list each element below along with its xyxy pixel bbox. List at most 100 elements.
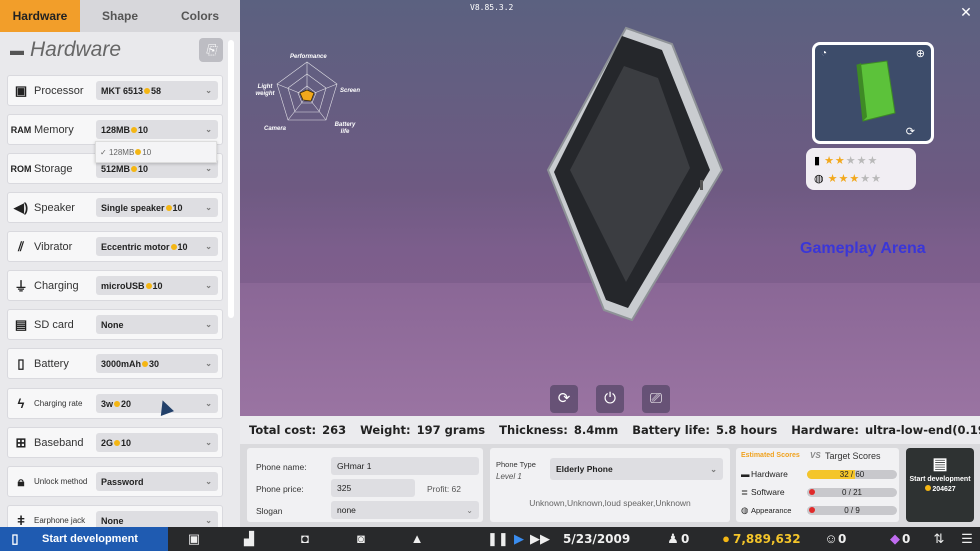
tab-hardware[interactable]: Hardware — [0, 0, 80, 32]
camera-view-button[interactable]: ⎚ — [642, 385, 670, 413]
tab-colors[interactable]: Colors — [160, 0, 240, 32]
play-icon[interactable]: ▶ — [510, 531, 528, 547]
speaker-icon: ◀) — [13, 199, 29, 215]
start-development-button[interactable]: ▯ Start development — [0, 527, 168, 551]
viewport-3d[interactable]: V8.85.3.2 ✕ Performance Screen Battery l… — [240, 0, 980, 416]
score-name: Software — [751, 487, 785, 497]
component-label: Vibrator — [34, 240, 73, 253]
signal-icon[interactable]: ⇅ — [930, 531, 948, 547]
start-tile-label: Start development — [909, 476, 971, 483]
lock-icon[interactable]: ▲ — [408, 531, 426, 547]
phone-model[interactable] — [540, 20, 730, 330]
phone-icon: ▯ — [11, 531, 19, 546]
option-cost: 10 — [142, 147, 152, 157]
phone-price-input[interactable]: 325 — [331, 479, 415, 497]
select-value: Password — [101, 476, 144, 487]
processor-select[interactable]: MKT 6513 58 ⌄ — [96, 81, 218, 100]
power-view-button[interactable]: ⏻ — [596, 385, 624, 413]
select-cost: 10 — [138, 124, 149, 135]
vibrator-select[interactable]: Eccentric motor 10 ⌄ — [96, 237, 218, 256]
chevron-down-icon: ⌄ — [205, 438, 212, 447]
component-baseband[interactable]: ⊞ Baseband 2G 10 ⌄ — [7, 427, 223, 458]
reset-rotation-button[interactable]: ⟳ — [550, 385, 578, 413]
speaker-select[interactable]: Single speaker 10 ⌄ — [96, 198, 218, 217]
memory-select[interactable]: 128MB 10 ⌄ — [96, 120, 218, 139]
tab-bar: Hardware Shape Colors — [0, 0, 240, 32]
pause-icon[interactable]: ❚❚ — [487, 531, 509, 547]
unlock-select[interactable]: Password ⌄ — [96, 472, 218, 491]
start-development-tile[interactable]: ▤ Start development 204627 — [906, 448, 974, 522]
battery-icon: ▯ — [17, 355, 25, 371]
memory-dropdown-option[interactable]: ✓ 128MB 10 — [95, 141, 217, 163]
vibrator-icon: ⫽ — [18, 238, 24, 254]
component-earphone[interactable]: ǂ Earphone jack None ⌄ — [7, 505, 223, 527]
phone-preview[interactable]: ◔ ⊕ ⟳ — [812, 42, 934, 144]
menu-icon[interactable]: ☰ — [958, 531, 976, 547]
total-cost-label: Total cost: — [249, 423, 317, 437]
sdcard-select[interactable]: None ⌄ — [96, 315, 218, 334]
phone-level-label: Level 1 — [496, 472, 522, 481]
contacts-icon[interactable]: ▣ — [185, 531, 203, 547]
phone-name-input[interactable]: GHmar 1 — [331, 457, 479, 475]
select-value: 3w — [101, 398, 114, 409]
option-value: 128MB — [108, 147, 135, 157]
close-icon[interactable]: ✕ — [958, 4, 974, 20]
select-value: microUSB — [101, 280, 145, 291]
rating-row-hardware: ▮ ★★★★★ — [814, 151, 908, 169]
score-row-appearance: ◍ Appearance 0 / 9 — [741, 503, 897, 517]
info-icon[interactable]: ◔ — [821, 48, 827, 59]
rating-card: ▮ ★★★★★ ◍ ★★★★★ — [806, 148, 916, 190]
rating-stars: ★★★★★ — [824, 154, 879, 167]
baseband-select[interactable]: 2G 10 ⌄ — [96, 433, 218, 452]
component-vibrator[interactable]: ⫽ Vibrator Eccentric motor 10 ⌄ — [7, 231, 223, 262]
total-cost-value: 263 — [322, 423, 347, 437]
stats-bar: Total cost: 263 Weight: 197 grams Thicknes… — [240, 416, 980, 444]
version-label: V8.85.3.2 — [470, 3, 514, 12]
phone-type-select[interactable]: Elderly Phone ⌄ — [550, 458, 723, 480]
zoom-icon[interactable]: ⊕ — [916, 47, 925, 60]
thickness-value: 8.4mm — [573, 423, 619, 437]
target-scores-label: Target Scores — [825, 451, 881, 461]
cpu-icon: ▣ — [14, 82, 28, 98]
select-value: 2G — [101, 437, 114, 448]
score-text: 0 / 9 — [844, 505, 860, 515]
component-label: Speaker — [34, 201, 75, 214]
component-charging-rate[interactable]: ϟ Charging rate 3w 20 ⌄ — [7, 388, 223, 419]
earphone-icon: ǂ — [17, 513, 25, 527]
charging-select[interactable]: microUSB 10 ⌄ — [96, 276, 218, 295]
chevron-down-icon: ⌄ — [205, 86, 212, 95]
component-charging[interactable]: ⏚ Charging microUSB 10 ⌄ — [7, 270, 223, 301]
component-processor[interactable]: ▣ Processor MKT 6513 58 ⌄ — [7, 75, 223, 106]
sdcard-icon: ▤ — [14, 316, 28, 332]
briefcase-icon[interactable]: ◙ — [352, 531, 370, 547]
rotate-view-icon[interactable]: ⟳ — [906, 125, 915, 138]
fans-count: 0 — [838, 532, 847, 546]
scrollbar[interactable] — [228, 40, 234, 318]
info-area: Phone name: GHmar 1 Phone price: 325 Pro… — [240, 444, 980, 527]
component-battery[interactable]: ▯ Battery 3000mAh 30 ⌄ — [7, 348, 223, 379]
coin-icon — [131, 165, 138, 172]
component-label: Memory — [34, 123, 74, 136]
fast-forward-icon[interactable]: ▶▶ — [530, 531, 550, 547]
tab-shape[interactable]: Shape — [80, 0, 160, 32]
taskbar: ▯ Start development ▣ ▟ ◘ ◙ ▲ ❚❚ ▶ ▶▶ 5/… — [0, 527, 980, 551]
chart-icon[interactable]: ▟ — [240, 531, 258, 547]
component-unlock[interactable]: 🔒︎ Unlock method Password ⌄ — [7, 466, 223, 497]
score-text: 32 / 60 — [839, 469, 865, 479]
battery-life-value: 5.8 hours — [716, 423, 778, 437]
bolt-icon: ϟ — [17, 396, 25, 411]
select-cost: 30 — [149, 358, 160, 369]
coin-icon — [144, 87, 151, 94]
earphone-select[interactable]: None ⌄ — [96, 511, 218, 527]
coin-icon — [131, 126, 138, 133]
export-icon[interactable]: ⎘ — [199, 38, 223, 62]
start-tile-cost: 204627 — [932, 486, 956, 493]
score-name: Hardware — [751, 469, 788, 479]
battery-select[interactable]: 3000mAh 30 ⌄ — [96, 354, 218, 373]
bag-icon[interactable]: ◘ — [296, 531, 314, 547]
component-speaker[interactable]: ◀) Speaker Single speaker 10 ⌄ — [7, 192, 223, 223]
slogan-select[interactable]: none ⌄ — [331, 501, 479, 519]
rom-icon: ROM — [10, 163, 32, 174]
panel-title: Hardware — [30, 38, 122, 61]
component-sdcard[interactable]: ▤ SD card None ⌄ — [7, 309, 223, 340]
